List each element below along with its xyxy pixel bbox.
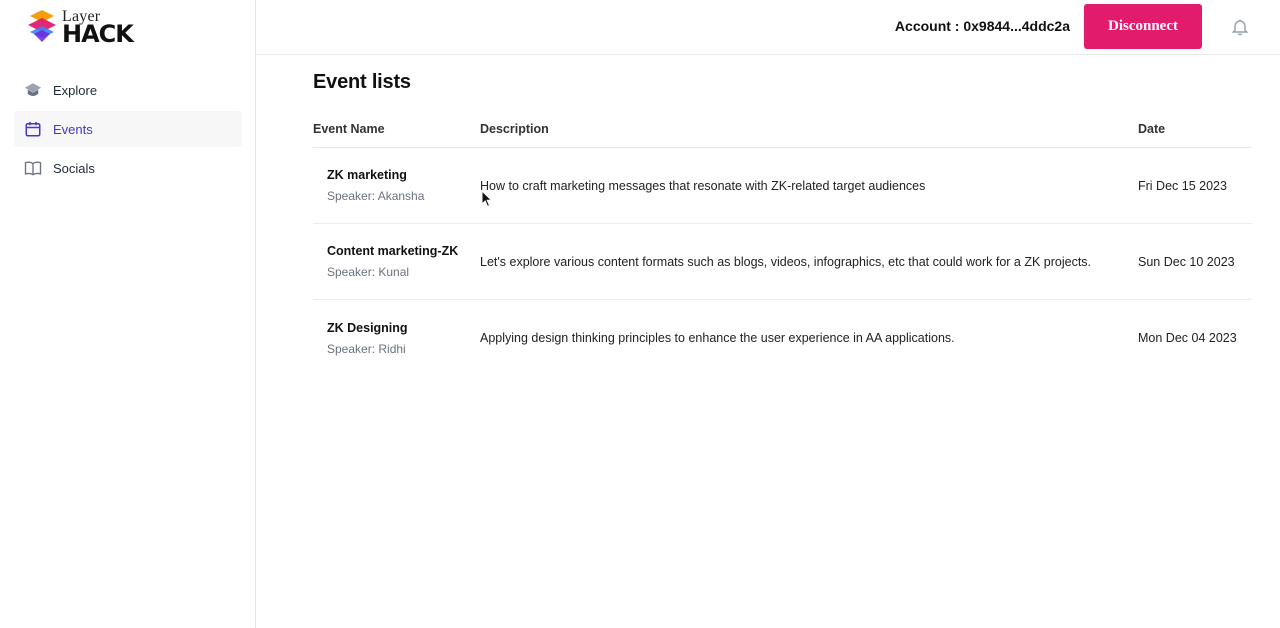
book-icon xyxy=(23,158,43,178)
calendar-icon xyxy=(23,119,43,139)
event-date: Fri Dec 15 2023 xyxy=(1138,178,1227,193)
disconnect-button[interactable]: Disconnect xyxy=(1084,4,1202,49)
event-speaker: Speaker: Akansha xyxy=(327,189,425,203)
table-row[interactable]: Content marketing-ZK Speaker: Kunal Let'… xyxy=(313,224,1252,300)
logo-text-hack: HACK xyxy=(62,20,134,48)
event-name: ZK marketing xyxy=(327,168,407,182)
top-header: Account : 0x9844...4ddc2a Disconnect xyxy=(256,0,1280,55)
table-row[interactable]: ZK marketing Speaker: Akansha How to cra… xyxy=(313,148,1252,224)
app-root: Layer HACK Explore Events Socials Accoun… xyxy=(0,0,1280,628)
sidebar-item-explore[interactable]: Explore xyxy=(14,72,242,108)
event-name-cell: Content marketing-ZK Speaker: Kunal xyxy=(313,244,480,279)
sidebar-item-label: Socials xyxy=(53,160,95,176)
event-description: How to craft marketing messages that res… xyxy=(480,178,926,193)
sidebar: Layer HACK Explore Events Socials xyxy=(0,0,256,628)
event-date: Mon Dec 04 2023 xyxy=(1138,331,1237,345)
event-name-cell: ZK Designing Speaker: Ridhi xyxy=(313,321,480,356)
logo-mark-icon xyxy=(28,10,56,42)
sidebar-item-label: Events xyxy=(53,121,93,137)
event-description: Applying design thinking principles to e… xyxy=(480,331,955,345)
sidebar-item-label: Explore xyxy=(53,82,98,98)
main-content: Event lists Event Name Description Date … xyxy=(313,55,1252,376)
event-speaker: Speaker: Kunal xyxy=(327,265,410,279)
bell-icon[interactable] xyxy=(1230,17,1250,37)
account-address: Account : 0x9844...4ddc2a xyxy=(894,18,1070,34)
graduation-cap-icon xyxy=(23,80,43,100)
event-description: Let's explore various content formats su… xyxy=(480,254,1092,269)
sidebar-item-socials[interactable]: Socials xyxy=(14,150,242,186)
event-speaker: Speaker: Ridhi xyxy=(327,341,406,356)
mouse-cursor-icon xyxy=(481,190,493,208)
column-header-event-name: Event Name xyxy=(313,122,385,136)
column-header-description: Description xyxy=(480,122,549,136)
event-name-cell: ZK marketing Speaker: Akansha xyxy=(313,168,480,203)
layerhack-logo[interactable]: Layer HACK xyxy=(28,8,138,50)
events-table: Event Name Description Date ZK marketing… xyxy=(313,122,1252,376)
table-header: Event Name Description Date xyxy=(313,122,1252,148)
event-name: Content marketing-ZK xyxy=(327,244,459,258)
sidebar-item-events[interactable]: Events xyxy=(14,111,242,147)
event-date: Sun Dec 10 2023 xyxy=(1138,254,1235,269)
table-row[interactable]: ZK Designing Speaker: Ridhi Applying des… xyxy=(313,300,1252,376)
sidebar-nav: Explore Events Socials xyxy=(14,72,242,189)
column-header-date: Date xyxy=(1138,122,1166,136)
page-title: Event lists xyxy=(313,71,411,93)
event-name: ZK Designing xyxy=(327,320,408,335)
